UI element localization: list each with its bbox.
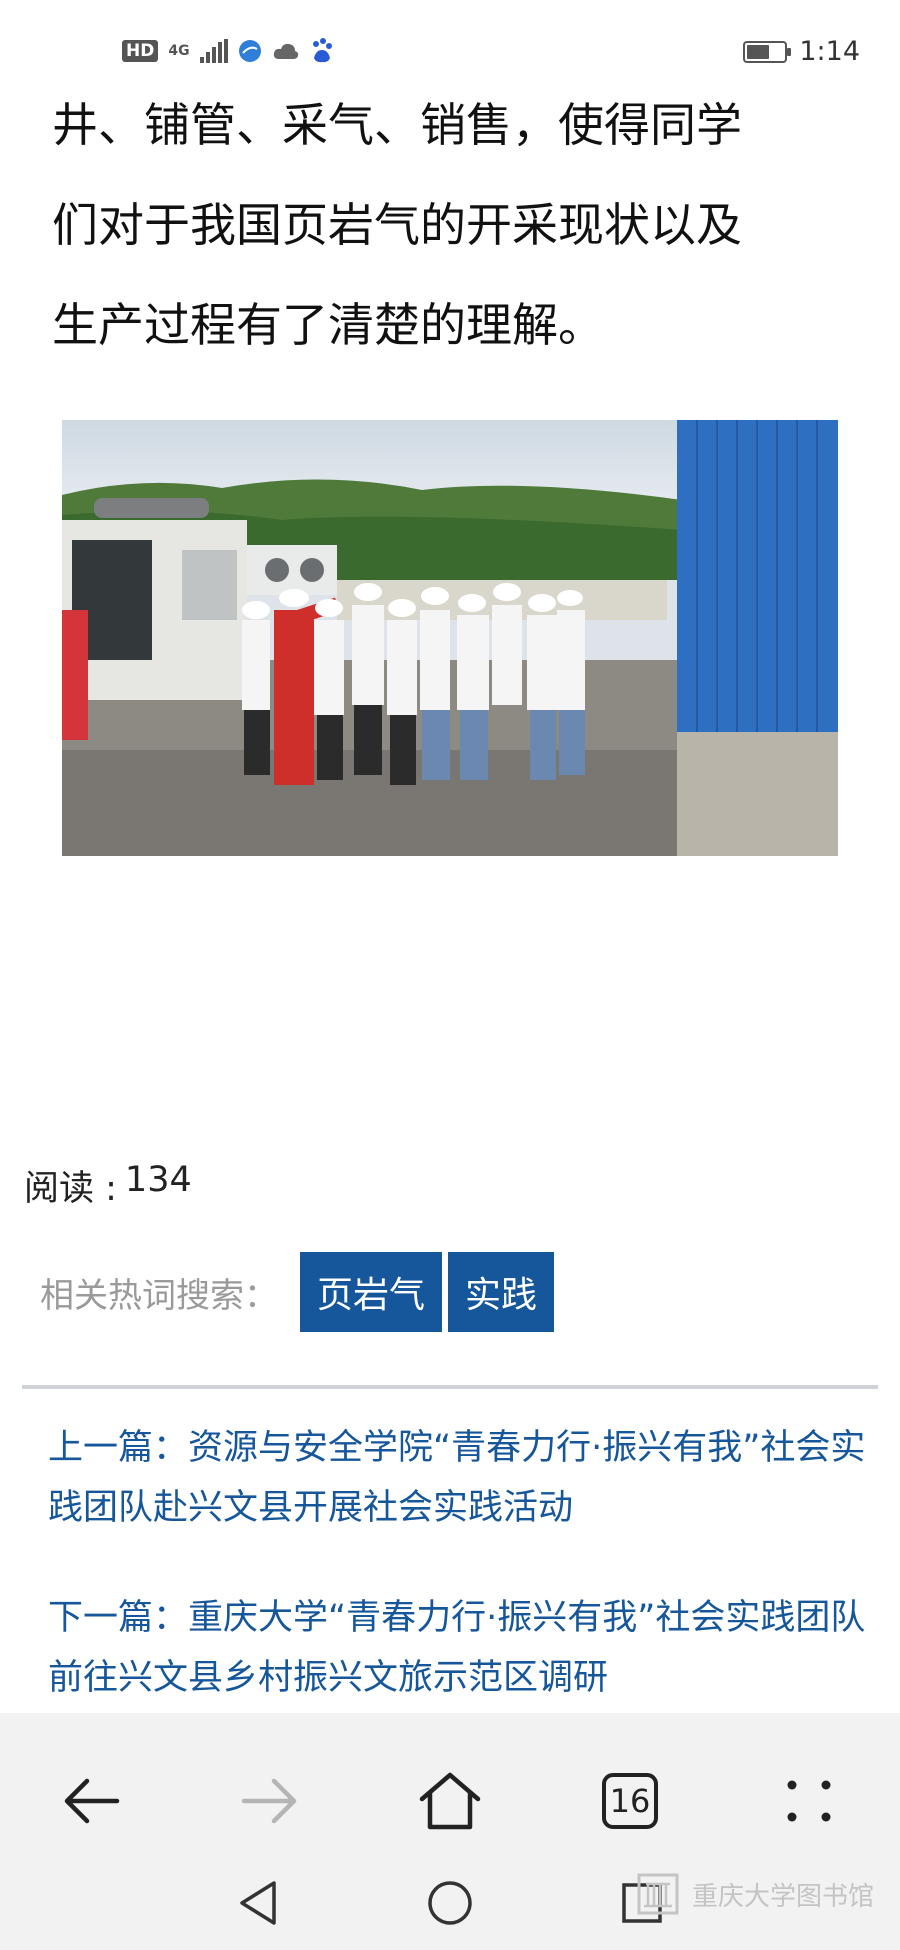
- network-type: 4G: [168, 43, 190, 59]
- menu-button[interactable]: [764, 1756, 854, 1846]
- cloud-icon: [273, 43, 298, 59]
- back-button[interactable]: [46, 1756, 136, 1846]
- article-photo: [62, 420, 838, 856]
- watermark: 重庆大学图书馆: [636, 1872, 874, 1916]
- status-bar: HD 4G 1:14: [0, 0, 900, 80]
- status-icons: HD 4G: [122, 38, 334, 64]
- battery-icon: [743, 40, 792, 63]
- site-visit-photo: [62, 420, 838, 856]
- browser-app-icon: [238, 40, 261, 62]
- arrow-left-icon: [64, 1778, 120, 1824]
- triangle-back-icon: [240, 1881, 276, 1925]
- baidu-icon: [312, 38, 332, 63]
- article-line: 们对于我国页岩气的开采现状以及: [52, 198, 742, 252]
- read-count-label: 阅读 :: [24, 1169, 117, 1209]
- status-right: 1:14: [743, 36, 860, 67]
- previous-article-link[interactable]: 上一篇：资源与安全学院“青春力行·振兴有我”社会实践团队赴兴文县开展社会实践活动: [48, 1418, 868, 1538]
- circle-home-icon: [428, 1881, 472, 1925]
- home-button[interactable]: [405, 1756, 495, 1846]
- hd-icon: HD: [122, 40, 159, 62]
- tag-practice[interactable]: 实践: [448, 1252, 555, 1332]
- article-line: 井、铺管、采气、销售，使得同学: [52, 98, 742, 152]
- next-article-link[interactable]: 下一篇：重庆大学“青春力行·振兴有我”社会实践团队前往兴文县乡村振兴文旅示范区调…: [48, 1588, 868, 1708]
- tab-count: 16: [609, 1782, 651, 1820]
- divider: [22, 1385, 878, 1389]
- article-body: 井、铺管、采气、销售，使得同学 们对于我国页岩气的开采现状以及 生产过程有了清楚…: [52, 75, 852, 375]
- watermark-text: 重庆大学图书馆: [692, 1881, 875, 1912]
- related-keywords-label: 相关热词搜索：: [40, 1275, 278, 1316]
- more-icon: [787, 1780, 831, 1822]
- tag-shale-gas[interactable]: 页岩气: [300, 1252, 443, 1332]
- signal-icon: [199, 39, 228, 63]
- read-count: 阅读 : 134: [24, 1160, 192, 1211]
- system-back-button[interactable]: [218, 1863, 298, 1943]
- related-keywords: 相关热词搜索： 页岩气 实践: [40, 1252, 555, 1332]
- tabs-button[interactable]: 16: [585, 1756, 675, 1846]
- read-count-value: 134: [124, 1160, 192, 1200]
- system-home-button[interactable]: [410, 1863, 490, 1943]
- status-time: 1:14: [799, 36, 860, 67]
- library-logo-icon: [637, 1873, 679, 1915]
- article-line: 生产过程有了清楚的理解。: [52, 298, 604, 352]
- forward-button[interactable]: [225, 1756, 315, 1846]
- home-icon: [419, 1772, 481, 1830]
- arrow-right-icon: [241, 1778, 297, 1824]
